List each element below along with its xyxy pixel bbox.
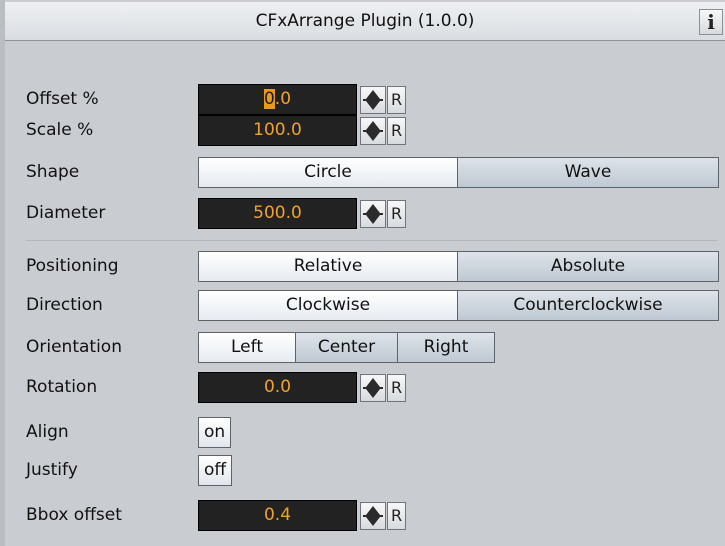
shape-label: Shape [26,162,80,182]
align-label: Align [26,422,69,442]
arrow-down-icon [366,215,380,224]
justify-row: Justify off [26,455,286,486]
scale-field[interactable]: 100.0 [198,115,357,146]
title-bar: CFxArrange Plugin (1.0.0) i [5,2,725,41]
rotation-spinner[interactable] [360,374,386,402]
diameter-label: Diameter [26,203,106,223]
shape-row: Shape Circle Wave [26,157,719,188]
bbox-offset-spinner[interactable] [360,502,386,530]
positioning-label: Positioning [26,256,119,276]
arrow-down-icon [366,389,380,398]
diameter-field[interactable]: 500.0 [198,198,357,229]
scale-spinner[interactable] [360,117,386,145]
arrow-up-icon [366,506,380,515]
info-button[interactable]: i [699,9,723,35]
positioning-option-relative[interactable]: Relative [198,251,458,282]
arrow-down-icon [366,517,380,526]
rotation-reset-button[interactable]: R [387,374,406,402]
offset-label: Offset % [26,89,99,109]
panel-edge [0,0,5,546]
bbox-offset-reset-button[interactable]: R [387,502,406,530]
offset-reset-button[interactable]: R [387,86,406,114]
direction-row: Direction Clockwise Counterclockwise [26,290,719,321]
arrow-down-icon [366,132,380,141]
arrow-up-icon [366,121,380,130]
shape-option-wave[interactable]: Wave [457,157,719,188]
bbox-offset-field[interactable]: 0.4 [198,500,357,531]
arrow-down-icon [366,101,380,110]
offset-field[interactable]: 0.0 [198,84,357,115]
shape-option-circle[interactable]: Circle [198,157,458,188]
rotation-label: Rotation [26,377,98,397]
rotation-field[interactable]: 0.0 [198,372,357,403]
offset-spinner[interactable] [360,86,386,114]
positioning-option-absolute[interactable]: Absolute [457,251,719,282]
justify-toggle[interactable]: off [198,455,233,486]
panel-title: CFxArrange Plugin (1.0.0) [255,11,475,31]
arrow-up-icon [366,378,380,387]
offset-value-selected: 0 [263,89,275,109]
scale-label: Scale % [26,120,94,140]
section-divider [26,240,717,241]
positioning-row: Positioning Relative Absolute [26,251,719,282]
diameter-reset-button[interactable]: R [387,200,406,228]
orientation-option-right[interactable]: Right [397,332,495,363]
direction-option-counterclockwise[interactable]: Counterclockwise [457,290,719,321]
direction-label: Direction [26,295,103,315]
orientation-row: Orientation Left Center Right [26,332,506,363]
orientation-option-left[interactable]: Left [198,332,296,363]
scale-reset-button[interactable]: R [387,117,406,145]
justify-label: Justify [26,460,78,480]
arrow-up-icon [366,90,380,99]
orientation-label: Orientation [26,337,122,357]
diameter-spinner[interactable] [360,200,386,228]
align-row: Align on [26,417,286,448]
offset-value-rest: .0 [274,89,292,109]
direction-option-clockwise[interactable]: Clockwise [198,290,458,321]
orientation-option-center[interactable]: Center [295,332,398,363]
align-toggle[interactable]: on [198,417,232,448]
bbox-offset-label: Bbox offset [26,505,122,525]
plugin-panel: CFxArrange Plugin (1.0.0) i Offset % 0.0… [0,0,725,546]
arrow-up-icon [366,204,380,213]
